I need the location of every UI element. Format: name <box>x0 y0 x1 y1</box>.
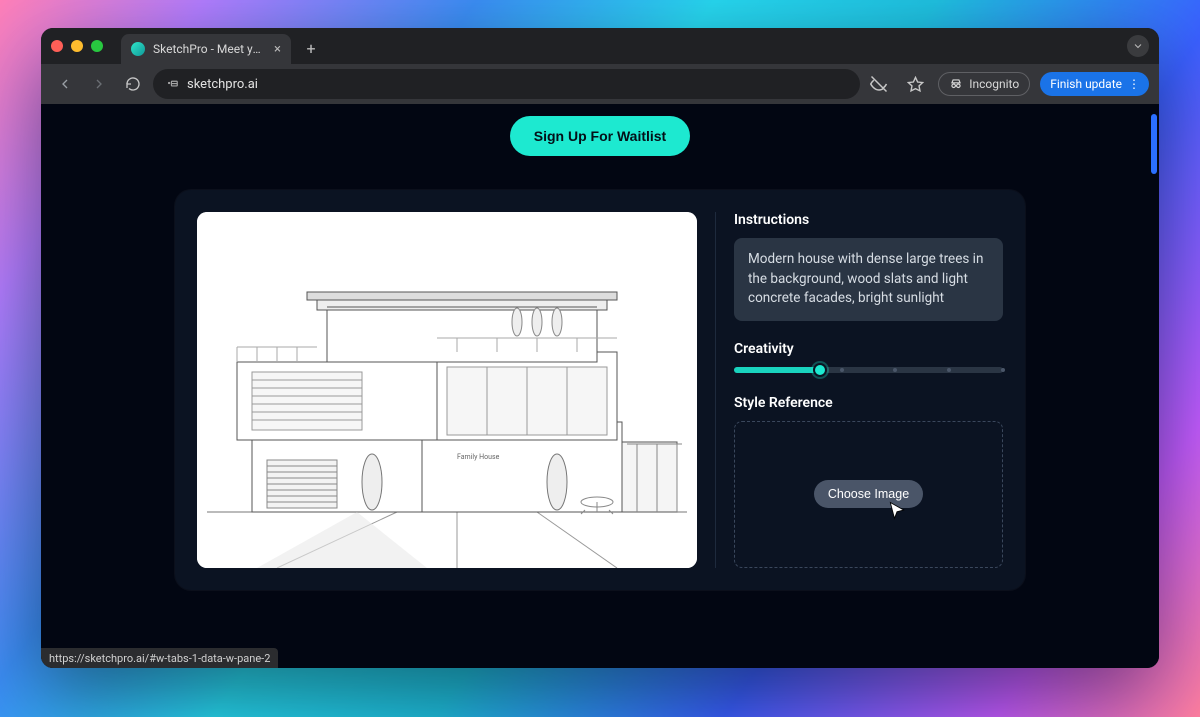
finish-update-button[interactable]: Finish update ⋮ <box>1040 72 1149 96</box>
incognito-indicator: Incognito <box>938 72 1030 96</box>
incognito-icon <box>949 77 963 91</box>
status-url: https://sketchpro.ai/#w-tabs-1-data-w-pa… <box>49 652 270 665</box>
instructions-label: Instructions <box>734 212 1003 228</box>
vertical-scrollbar[interactable] <box>1151 114 1157 174</box>
site-info-icon[interactable] <box>165 76 179 93</box>
browser-tab[interactable]: SketchPro - Meet your desig… × <box>121 34 291 64</box>
browser-window: SketchPro - Meet your desig… × + <box>41 28 1159 668</box>
page-viewport: Sign Up For Waitlist <box>41 104 1159 668</box>
address-bar[interactable]: sketchpro.ai <box>153 69 860 99</box>
controls-panel: Instructions Modern house with dense lar… <box>734 212 1003 568</box>
toolbar-right: Incognito Finish update ⋮ <box>866 71 1149 97</box>
style-reference-dropzone[interactable]: Choose Image <box>734 421 1003 568</box>
tab-strip: SketchPro - Meet your desig… × + <box>41 28 1159 64</box>
url-text: sketchpro.ai <box>187 77 258 92</box>
desktop-wallpaper: SketchPro - Meet your desig… × + <box>0 0 1200 717</box>
slider-thumb[interactable] <box>813 363 827 377</box>
sketch-image: Family House <box>197 212 697 568</box>
eye-off-icon[interactable] <box>866 71 892 97</box>
window-controls <box>51 40 103 52</box>
status-bar: https://sketchpro.ai/#w-tabs-1-data-w-pa… <box>41 648 278 668</box>
tab-favicon <box>131 42 145 56</box>
sketch-caption: Family House <box>457 453 500 461</box>
close-tab-icon[interactable]: × <box>274 42 281 57</box>
reload-button[interactable] <box>119 70 147 98</box>
instructions-textarea[interactable]: Modern house with dense large trees in t… <box>734 238 1003 321</box>
maximize-window-button[interactable] <box>91 40 103 52</box>
tab-title: SketchPro - Meet your desig… <box>153 42 266 56</box>
waitlist-signup-button[interactable]: Sign Up For Waitlist <box>510 116 690 156</box>
forward-button[interactable] <box>85 70 113 98</box>
close-window-button[interactable] <box>51 40 63 52</box>
back-button[interactable] <box>51 70 79 98</box>
style-reference-label: Style Reference <box>734 395 1003 411</box>
browser-toolbar: sketchpro.ai Incognito Finish update ⋮ <box>41 64 1159 104</box>
cursor-icon <box>887 500 907 520</box>
bookmark-star-icon[interactable] <box>902 71 928 97</box>
creativity-label: Creativity <box>734 341 1003 357</box>
house-sketch-svg: Family House <box>197 212 697 568</box>
kebab-icon: ⋮ <box>1128 77 1139 91</box>
vertical-divider <box>715 212 716 568</box>
tab-overflow-button[interactable] <box>1127 35 1149 57</box>
finish-update-label: Finish update <box>1050 77 1122 91</box>
new-tab-button[interactable]: + <box>299 36 323 60</box>
main-card: Family House Instructions Modern house w… <box>175 190 1025 590</box>
incognito-label: Incognito <box>969 77 1019 91</box>
creativity-slider[interactable] <box>734 367 1003 373</box>
minimize-window-button[interactable] <box>71 40 83 52</box>
